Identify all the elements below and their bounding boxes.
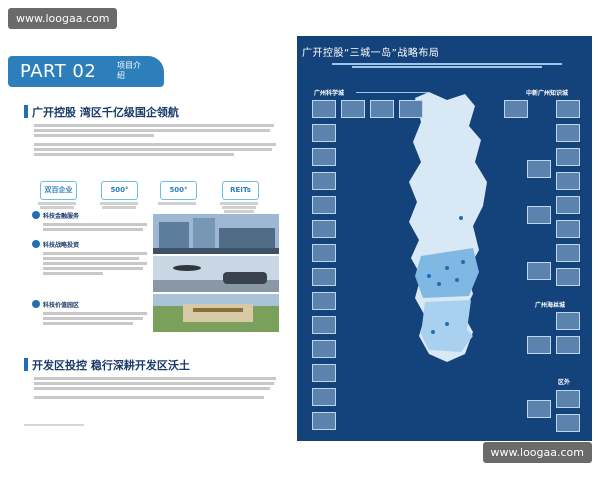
watermark-bottom: www.loogaa.com	[482, 442, 592, 463]
project-thumbnail	[341, 100, 365, 118]
stat-badge-1: 双百企业	[40, 181, 77, 200]
stat-caption-2	[96, 201, 142, 210]
project-thumbnail	[312, 124, 336, 142]
project-thumbnail	[556, 390, 580, 408]
zone-label-outside: 区外	[558, 379, 571, 386]
project-thumbnail	[527, 262, 551, 280]
subsection-text-2	[43, 250, 151, 277]
project-thumbnail	[556, 244, 580, 262]
part-number: PART 02	[20, 61, 97, 82]
project-thumbnail	[399, 100, 423, 118]
project-thumbnail	[556, 100, 580, 118]
stat-caption-3	[154, 201, 200, 206]
watermark-top: www.loogaa.com	[8, 8, 118, 29]
project-thumbnail	[312, 364, 336, 382]
zone-label-knowledge-city: 中新广州知识城	[526, 90, 569, 97]
stat-badge-2: 500°	[101, 181, 138, 200]
project-thumbnail	[312, 388, 336, 406]
body-text-block-2	[34, 375, 280, 401]
subsection-title-1: 科技金融服务	[43, 213, 80, 220]
document-spread: www.loogaa.com PART 02 项目介绍 广开控股 湾区千亿级国企…	[0, 0, 600, 480]
subsection-title-2: 科技战略投资	[43, 242, 80, 249]
drone-and-car-photo	[153, 256, 279, 292]
zone-label-science-city: 广州科学城	[314, 90, 345, 97]
project-thumbnail	[556, 148, 580, 166]
project-thumbnail	[556, 414, 580, 432]
zone-divider	[356, 92, 428, 93]
project-thumbnail	[312, 244, 336, 262]
project-thumbnail	[556, 336, 580, 354]
project-thumbnail	[527, 160, 551, 178]
stat-caption-1	[34, 201, 80, 210]
stat-caption-4	[216, 201, 262, 214]
project-thumbnail	[312, 412, 336, 430]
project-thumbnail	[312, 196, 336, 214]
subsection-title-3: 科技价值园区	[43, 302, 80, 309]
part-subtitle: 项目介绍	[117, 61, 141, 80]
project-thumbnail	[312, 268, 336, 286]
technology-park-photo	[153, 294, 279, 332]
zone-label-maritime-city: 广州海丝城	[535, 302, 566, 309]
stat-badge-3: 500°	[160, 181, 197, 200]
subsection-icon-3	[32, 300, 40, 308]
section-marker-2	[24, 358, 28, 371]
project-thumbnail	[556, 268, 580, 286]
project-thumbnail	[312, 148, 336, 166]
project-thumbnail	[312, 172, 336, 190]
project-thumbnail	[527, 206, 551, 224]
office-building-photo	[153, 214, 279, 254]
project-thumbnail	[504, 100, 528, 118]
project-thumbnail	[312, 220, 336, 238]
subsection-icon-1	[32, 211, 40, 219]
project-thumbnail	[556, 172, 580, 190]
section-marker	[24, 105, 28, 118]
project-thumbnail	[556, 196, 580, 214]
subsection-icon-2	[32, 240, 40, 248]
project-thumbnail	[527, 336, 551, 354]
project-thumbnail	[312, 100, 336, 118]
project-thumbnail	[312, 292, 336, 310]
project-thumbnail	[312, 316, 336, 334]
project-thumbnail	[527, 400, 551, 418]
subsection-text-1	[43, 221, 151, 233]
project-thumbnail	[556, 124, 580, 142]
stat-badge-4: REITs	[222, 181, 259, 200]
section-title-2: 开发区投控 稳行深耕开发区沃土	[32, 359, 190, 372]
map-title: 广开控股“三城一岛”战略布局	[302, 48, 440, 59]
map-subtitle	[332, 62, 562, 69]
project-thumbnail	[556, 312, 580, 330]
project-thumbnail	[556, 220, 580, 238]
section-title-1: 广开控股 湾区千亿级国企领航	[32, 106, 179, 119]
project-thumbnail	[312, 340, 336, 358]
body-text-block-1	[34, 122, 280, 158]
page-footer	[24, 424, 84, 426]
project-thumbnail	[370, 100, 394, 118]
subsection-text-3	[43, 310, 151, 327]
